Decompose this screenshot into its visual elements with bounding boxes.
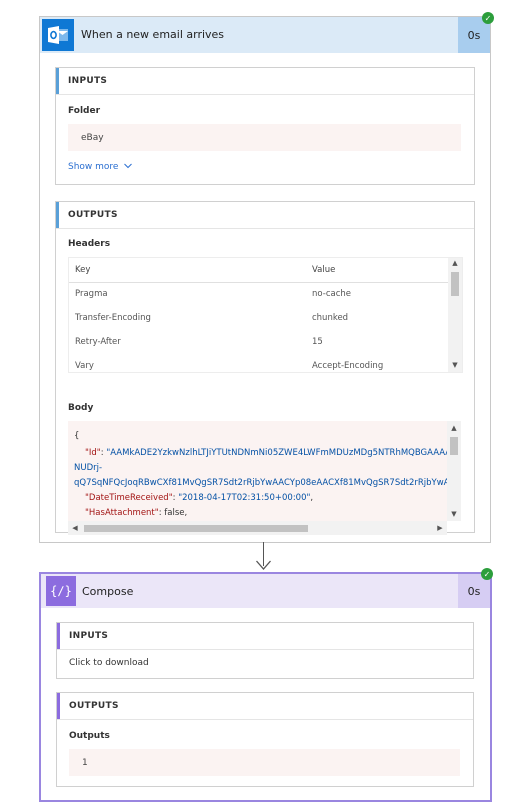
- outlook-icon: [42, 19, 74, 51]
- scroll-thumb[interactable]: [450, 437, 458, 455]
- connector-arrow-icon: [256, 560, 271, 570]
- scroll-down-arrow-icon[interactable]: ▼: [448, 360, 462, 370]
- json-line: qQ7SqNFQcJoqRBwCXf81MvQgSR7Sdt2rRjbYwAAC…: [74, 478, 461, 488]
- column-header-key: Key: [75, 265, 91, 275]
- trigger-outputs-section: OUTPUTS Headers Key Value Pragma no-cach…: [55, 201, 475, 535]
- outputs-header: OUTPUTS: [56, 202, 474, 229]
- chevron-down-icon: [124, 162, 133, 172]
- folder-value-box: eBay: [68, 124, 461, 151]
- body-json-viewer[interactable]: { "Id": "AAMkADE2YzkwNzlhLTJiYTUtNDNmNi0…: [68, 421, 461, 521]
- headers-table: Key Value Pragma no-cache Transfer-Encod…: [68, 257, 463, 373]
- inputs-header: INPUTS: [56, 68, 474, 95]
- json-line: "HasAttachment": false,: [85, 508, 188, 518]
- row-key: Retry-After: [75, 337, 121, 347]
- scroll-up-arrow-icon[interactable]: ▲: [448, 258, 462, 268]
- headers-table-head: Key Value: [69, 258, 448, 283]
- show-more-label: Show more: [68, 162, 119, 172]
- row-value: chunked: [312, 313, 349, 323]
- inputs-header: INPUTS: [57, 623, 473, 650]
- table-row: Vary Accept-Encoding: [69, 354, 448, 372]
- inputs-heading: INPUTS: [68, 76, 108, 86]
- scroll-thumb[interactable]: [451, 272, 459, 296]
- show-more-link[interactable]: Show more: [68, 162, 133, 172]
- body-label: Body: [68, 403, 94, 413]
- json-line: "Id": "AAMkADE2YzkwNzlhLTJiYTUtNDNmNi05Z…: [85, 448, 461, 458]
- inputs-heading: INPUTS: [69, 631, 109, 641]
- row-value: Accept-Encoding: [312, 361, 384, 371]
- json-line: {: [74, 431, 80, 441]
- body-vertical-scrollbar[interactable]: ▲ ▼: [447, 421, 461, 521]
- row-key: Vary: [75, 361, 94, 371]
- json-key: "HasAttachment": [85, 508, 159, 518]
- row-value: no-cache: [312, 289, 351, 299]
- outputs-heading: OUTPUTS: [68, 210, 118, 220]
- table-row: Transfer-Encoding chunked: [69, 306, 448, 330]
- trigger-title: When a new email arrives: [81, 28, 225, 41]
- outputs-heading: OUTPUTS: [69, 701, 119, 711]
- outputs-value: 1: [82, 758, 88, 768]
- trigger-header[interactable]: When a new email arrives 0s: [40, 17, 490, 53]
- table-row: Retry-After 15: [69, 330, 448, 354]
- headers-label: Headers: [68, 239, 111, 249]
- compose-outputs-section: OUTPUTS Outputs 1: [56, 692, 474, 787]
- folder-label: Folder: [68, 106, 101, 116]
- compose-expression-icon: {∕}: [46, 576, 76, 606]
- compose-card: {∕} Compose 0s INPUTS Click to download …: [39, 572, 492, 802]
- column-header-value: Value: [312, 265, 336, 275]
- scroll-right-arrow-icon[interactable]: ▶: [433, 523, 447, 533]
- compose-inputs-section: INPUTS Click to download: [56, 622, 474, 679]
- trigger-card: When a new email arrives 0s INPUTS Folde…: [39, 16, 491, 543]
- folder-value: eBay: [81, 133, 104, 143]
- compose-header[interactable]: {∕} Compose 0s: [41, 574, 490, 608]
- json-line: "DateTimeReceived": "2018-04-17T02:31:50…: [85, 493, 314, 503]
- row-key: Pragma: [75, 289, 108, 299]
- headers-scrollbar[interactable]: ▲ ▼: [448, 258, 462, 372]
- success-check-icon: ✓: [481, 568, 493, 580]
- json-line: NUDrj-: [74, 463, 103, 473]
- body-horizontal-scrollbar[interactable]: ◀ ▶: [68, 521, 447, 535]
- json-string: "2018-04-17T02:31:50+00:00": [178, 493, 311, 503]
- scroll-thumb[interactable]: [84, 525, 308, 532]
- scroll-up-arrow-icon[interactable]: ▲: [447, 423, 461, 433]
- scroll-down-arrow-icon[interactable]: ▼: [447, 509, 461, 519]
- outputs-header: OUTPUTS: [57, 693, 473, 720]
- json-string: "AAMkADE2YzkwNzlhLTJiYTUtNDNmNi05ZWE4LWF…: [106, 448, 461, 458]
- scroll-left-arrow-icon[interactable]: ◀: [68, 523, 82, 533]
- row-key: Transfer-Encoding: [75, 313, 151, 323]
- outputs-label: Outputs: [69, 731, 110, 741]
- click-to-download-link[interactable]: Click to download: [69, 658, 149, 668]
- compose-title: Compose: [82, 585, 134, 598]
- json-key: "DateTimeReceived": [85, 493, 173, 503]
- row-value: 15: [312, 337, 323, 347]
- success-check-icon: ✓: [482, 12, 494, 24]
- outputs-value-box: 1: [69, 749, 460, 776]
- json-key: "Id": [85, 448, 101, 458]
- trigger-inputs-section: INPUTS Folder eBay Show more: [55, 67, 475, 185]
- table-row: Pragma no-cache: [69, 282, 448, 306]
